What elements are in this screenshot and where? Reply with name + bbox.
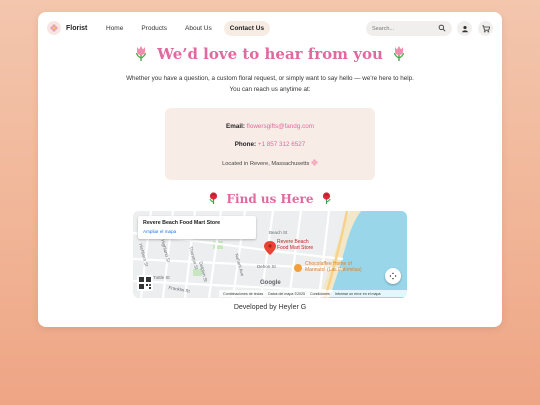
coffee-label-line: Mannuts! (Las Palomitas) — [305, 267, 362, 273]
qr-icon — [139, 277, 151, 289]
blossom-icon — [311, 159, 318, 166]
location-row: Located in Revere, Massachusetts — [165, 159, 375, 167]
email-link[interactable]: flowersgifts@fandg.com — [247, 123, 314, 130]
rose-icon — [209, 192, 218, 204]
contact-info-box: Email: flowersgifts@fandg.com Phone: +1 … — [165, 108, 375, 180]
street-label: Beach St — [269, 230, 288, 235]
brand-name: Florist — [66, 24, 88, 32]
rose-icon — [322, 192, 331, 204]
map-data-text: Datos del mapa ©2025 — [268, 291, 305, 296]
coffee-place-label[interactable]: Chocolaffee Home of Mannuts! (Las Palomi… — [305, 261, 362, 273]
map-place-name: Revere Beach Food Mart Store — [143, 220, 221, 226]
street-label: Dehon St — [257, 264, 276, 269]
street-label: Tuttle St — [153, 275, 170, 280]
nav-link-contact-us[interactable]: Contact Us — [223, 21, 271, 36]
nav-link-about-us[interactable]: About Us — [179, 21, 218, 36]
phone-link[interactable]: +1 857 312 6527 — [258, 141, 305, 148]
nav-link-products[interactable]: Products — [135, 21, 173, 36]
search-icon[interactable] — [438, 24, 446, 32]
page-card: Florist Home Products About Us Contact U… — [38, 12, 502, 327]
keyboard-shortcuts-link[interactable]: Combinaciones de teclas — [223, 292, 263, 296]
hero-heading: We’d love to hear from you — [38, 45, 502, 63]
user-icon — [461, 25, 468, 32]
tulip-icon — [135, 46, 146, 61]
email-row: Email: flowersgifts@fandg.com — [165, 123, 375, 130]
map-attribution-bar: Combinaciones de teclas Datos del mapa ©… — [219, 290, 407, 297]
google-logo: Google — [260, 280, 281, 286]
enlarge-map-link[interactable]: Ampliar el mapa — [143, 229, 176, 234]
phone-row: Phone: +1 857 312 6527 — [165, 141, 375, 148]
cart-icon — [481, 24, 490, 32]
map-fullscreen-button[interactable] — [385, 268, 401, 284]
street-view-thumbnail[interactable] — [137, 275, 153, 291]
email-label: Email: — [226, 123, 245, 130]
embedded-map[interactable]: Beach St Dehon St Nahant Ave Thornton St… — [133, 211, 407, 298]
top-nav: Florist Home Products About Us Contact U… — [38, 12, 502, 46]
search-input[interactable] — [372, 23, 436, 34]
phone-label: Phone: — [234, 141, 257, 148]
hero-title-text: We’d love to hear from you — [157, 45, 383, 63]
brand-logo[interactable]: Florist — [47, 21, 87, 35]
tulip-icon — [393, 46, 405, 61]
hero-description: Whether you have a question, a custom fl… — [126, 75, 414, 93]
terms-link[interactable]: Condiciones — [310, 292, 330, 296]
nav-links: Home Products About Us Contact Us — [100, 21, 276, 36]
location-text: Located in Revere, Massachusetts — [222, 161, 310, 167]
find-us-title-text: Find us Here — [226, 192, 314, 206]
report-error-link[interactable]: Informar un error en el mapa — [335, 292, 381, 296]
map-pin-label[interactable]: Revere Beach Food Mart Store — [277, 239, 313, 251]
find-us-heading: Find us Here — [38, 192, 502, 206]
nav-link-home[interactable]: Home — [100, 21, 129, 36]
map-pin-label-line: Food Mart Store — [277, 245, 314, 251]
cart-button[interactable] — [478, 21, 493, 36]
search-box — [366, 21, 452, 36]
footer-credit: Developed by Heyler G — [233, 304, 307, 311]
map-place-card: Revere Beach Food Mart Store Ampliar el … — [138, 216, 256, 239]
user-button[interactable] — [457, 21, 472, 36]
move-arrows-icon — [389, 272, 397, 280]
flower-logo-icon — [47, 21, 61, 35]
